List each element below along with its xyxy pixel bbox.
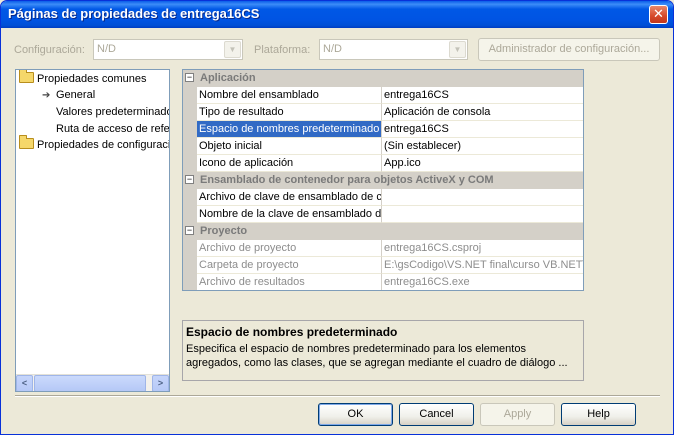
cancel-button[interactable]: Cancel xyxy=(399,403,474,426)
divider xyxy=(15,395,660,397)
property-row[interactable]: Archivo de proyecto entrega16CS.csproj xyxy=(183,240,583,257)
tree-item-configuration-properties[interactable]: Propiedades de configuración xyxy=(19,135,169,153)
collapse-icon[interactable]: − xyxy=(185,73,194,82)
folder-open-icon xyxy=(19,70,34,83)
tree-item-general[interactable]: ➔ General xyxy=(42,87,95,103)
platform-label: Plataforma: xyxy=(254,44,311,56)
tree-item-common-properties[interactable]: Propiedades comunes xyxy=(19,70,146,87)
property-row[interactable]: Archivo de resultados entrega16CS.exe xyxy=(183,274,583,290)
scroll-thumb[interactable] xyxy=(34,375,146,391)
apply-button[interactable]: Apply xyxy=(480,403,555,426)
configuration-value: N/D xyxy=(97,43,116,55)
tree-item-reference-path[interactable]: Ruta de acceso de referencia xyxy=(56,121,169,137)
dialog-title: Páginas de propiedades de entrega16CS xyxy=(8,6,260,21)
close-icon: ✕ xyxy=(653,6,664,21)
tree-horizontal-scrollbar[interactable]: < > xyxy=(16,374,169,391)
configuration-manager-button[interactable]: Administrador de configuración... xyxy=(478,38,660,61)
collapse-icon[interactable]: − xyxy=(185,226,194,235)
title-bar[interactable]: Páginas de propiedades de entrega16CS ✕ xyxy=(1,1,673,28)
property-row[interactable]: Nombre de la clave de ensamblado de cont… xyxy=(183,206,583,223)
property-grid[interactable]: − Aplicación Nombre del ensamblado entre… xyxy=(182,69,584,291)
configuration-select[interactable]: N/D ▼ xyxy=(93,39,243,60)
property-row[interactable]: Tipo de resultado Aplicación de consola xyxy=(183,104,583,121)
help-button[interactable]: Help xyxy=(561,403,636,426)
chevron-left-icon: < xyxy=(21,378,28,388)
property-row[interactable]: Archivo de clave de ensamblado de conten… xyxy=(183,189,583,206)
configuration-label: Configuración: xyxy=(14,44,85,56)
chevron-right-icon: > xyxy=(157,378,164,388)
category-application[interactable]: − Aplicación xyxy=(183,70,583,87)
property-row-selected[interactable]: Espacio de nombres predeterminado entreg… xyxy=(183,121,583,138)
platform-select[interactable]: N/D ▼ xyxy=(319,39,468,60)
property-tree[interactable]: Propiedades comunes ➔ General Valores pre… xyxy=(15,69,170,392)
folder-icon xyxy=(19,135,34,149)
chevron-down-icon: ▼ xyxy=(449,41,466,58)
category-project[interactable]: − Proyecto xyxy=(183,223,583,240)
description-pane: Espacio de nombres predeterminado Especi… xyxy=(182,320,584,381)
description-title: Espacio de nombres predeterminado xyxy=(186,325,398,339)
property-row[interactable]: Objeto inicial (Sin establecer) xyxy=(183,138,583,155)
property-pages-dialog: Páginas de propiedades de entrega16CS ✕ … xyxy=(0,0,674,435)
property-row[interactable]: Nombre del ensamblado entrega16CS xyxy=(183,87,583,104)
scroll-right-button[interactable]: > xyxy=(152,375,169,391)
tree-item-default-values[interactable]: Valores predeterminados xyxy=(56,104,169,120)
scroll-left-button[interactable]: < xyxy=(16,375,33,391)
description-text: Especifica el espacio de nombres predete… xyxy=(186,343,568,369)
category-activex-wrapper[interactable]: − Ensamblado de contenedor para objetos … xyxy=(183,172,583,189)
arrow-right-icon: ➔ xyxy=(42,90,51,101)
collapse-icon[interactable]: − xyxy=(185,175,194,184)
property-row[interactable]: Carpeta de proyecto E:\gsCodigo\VS.NET f… xyxy=(183,257,583,274)
platform-value: N/D xyxy=(323,43,342,55)
property-row[interactable]: Icono de aplicación App.ico xyxy=(183,155,583,172)
chevron-down-icon: ▼ xyxy=(224,41,241,58)
ok-button[interactable]: OK xyxy=(318,403,393,426)
close-button[interactable]: ✕ xyxy=(649,5,668,24)
